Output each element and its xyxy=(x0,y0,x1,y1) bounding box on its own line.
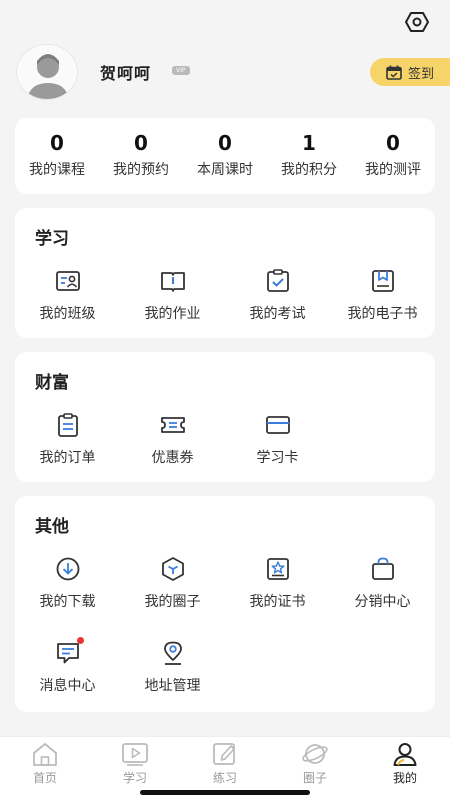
stat-value: 0 xyxy=(386,131,400,155)
calendar-icon xyxy=(386,65,402,80)
stat-value: 0 xyxy=(134,131,148,155)
stat-weekly-hours[interactable]: 0 本周课时 xyxy=(183,118,267,194)
menu-label: 我的证书 xyxy=(249,594,306,610)
coupon-icon xyxy=(160,412,186,438)
location-icon xyxy=(160,640,186,666)
planet-icon xyxy=(302,744,328,764)
menu-my-orders[interactable]: 我的订单 xyxy=(15,408,120,492)
menu-study-card[interactable]: 学习卡 xyxy=(225,408,330,492)
message-icon xyxy=(55,637,84,666)
signin-button[interactable]: 签到 xyxy=(370,58,450,86)
circle-icon xyxy=(160,556,186,582)
menu-label: 消息中心 xyxy=(39,678,96,694)
video-icon xyxy=(122,743,148,766)
tab-mine[interactable]: 我的 xyxy=(360,737,450,800)
stat-my-assessments[interactable]: 0 我的测评 xyxy=(351,118,435,194)
tab-label: 练习 xyxy=(212,771,237,785)
menu-label: 优惠券 xyxy=(151,450,194,466)
learn-section: 学习 我的班级 我的作业 我的考试 我的电子书 xyxy=(15,208,435,338)
stat-label: 本周课时 xyxy=(197,162,253,178)
ebook-icon xyxy=(370,268,396,294)
tab-home[interactable]: 首页 xyxy=(0,737,90,800)
menu-label: 我的订单 xyxy=(39,450,96,466)
menu-label: 我的作业 xyxy=(144,306,201,322)
vip-badge: VIP xyxy=(172,66,190,75)
homework-icon xyxy=(160,268,186,294)
default-avatar-icon xyxy=(17,45,77,99)
menu-label: 地址管理 xyxy=(144,678,201,694)
signin-label: 签到 xyxy=(408,66,435,82)
settings-hexagon-icon xyxy=(405,12,429,32)
settings-button[interactable] xyxy=(404,10,430,34)
menu-label: 我的考试 xyxy=(249,306,306,322)
tab-label: 圈子 xyxy=(302,771,327,785)
menu-label: 我的班级 xyxy=(39,306,96,322)
menu-label: 学习卡 xyxy=(256,450,299,466)
menu-distribution-center[interactable]: 分销中心 xyxy=(330,552,435,636)
username: 贺呵呵 xyxy=(100,64,152,83)
exam-icon xyxy=(265,268,291,294)
other-section: 其他 我的下载 我的圈子 我的证书 分销中心 消息中心 地址管理 xyxy=(15,496,435,712)
section-title: 财富 xyxy=(35,373,69,393)
tab-label: 学习 xyxy=(122,771,147,785)
stat-label: 我的预约 xyxy=(113,162,169,178)
section-title: 其他 xyxy=(35,517,69,537)
stats-card: 0 我的课程 0 我的预约 0 本周课时 1 我的积分 0 我的测评 xyxy=(15,118,435,194)
class-icon xyxy=(55,268,81,294)
stat-my-courses[interactable]: 0 我的课程 xyxy=(15,118,99,194)
menu-my-circle[interactable]: 我的圈子 xyxy=(120,552,225,636)
wealth-section: 财富 我的订单 优惠券 学习卡 xyxy=(15,352,435,482)
download-icon xyxy=(55,556,81,582)
menu-coupons[interactable]: 优惠券 xyxy=(120,408,225,492)
stat-my-points[interactable]: 1 我的积分 xyxy=(267,118,351,194)
menu-my-certificates[interactable]: 我的证书 xyxy=(225,552,330,636)
menu-label: 我的下载 xyxy=(39,594,96,610)
menu-label: 我的圈子 xyxy=(144,594,201,610)
edit-icon xyxy=(213,743,235,765)
unread-dot xyxy=(76,637,84,644)
stat-label: 我的课程 xyxy=(29,162,85,178)
menu-message-center[interactable]: 消息中心 xyxy=(15,636,120,720)
avatar[interactable] xyxy=(16,44,78,100)
study-card-icon xyxy=(265,412,291,438)
certificate-icon xyxy=(265,556,291,582)
menu-my-exam[interactable]: 我的考试 xyxy=(225,264,330,348)
menu-my-ebook[interactable]: 我的电子书 xyxy=(330,264,435,348)
top-bar xyxy=(0,0,450,44)
menu-label: 分销中心 xyxy=(354,594,411,610)
menu-label: 我的电子书 xyxy=(347,306,418,322)
stat-value: 1 xyxy=(302,131,316,155)
menu-address-management[interactable]: 地址管理 xyxy=(120,636,225,720)
home-indicator xyxy=(140,790,310,795)
section-title: 学习 xyxy=(35,229,69,249)
stat-my-appointments[interactable]: 0 我的预约 xyxy=(99,118,183,194)
stat-label: 我的积分 xyxy=(281,162,337,178)
stat-value: 0 xyxy=(218,131,232,155)
home-icon xyxy=(33,743,57,766)
tab-label: 首页 xyxy=(32,771,57,785)
shopping-bag-icon xyxy=(370,556,396,582)
order-icon xyxy=(55,412,81,438)
menu-my-class[interactable]: 我的班级 xyxy=(15,264,120,348)
menu-my-homework[interactable]: 我的作业 xyxy=(120,264,225,348)
stat-label: 我的测评 xyxy=(365,162,421,178)
stat-value: 0 xyxy=(50,131,64,155)
user-icon xyxy=(393,743,417,766)
tab-label: 我的 xyxy=(392,771,417,785)
profile-header: 贺呵呵 VIP 签到 xyxy=(16,44,450,102)
menu-my-downloads[interactable]: 我的下载 xyxy=(15,552,120,636)
